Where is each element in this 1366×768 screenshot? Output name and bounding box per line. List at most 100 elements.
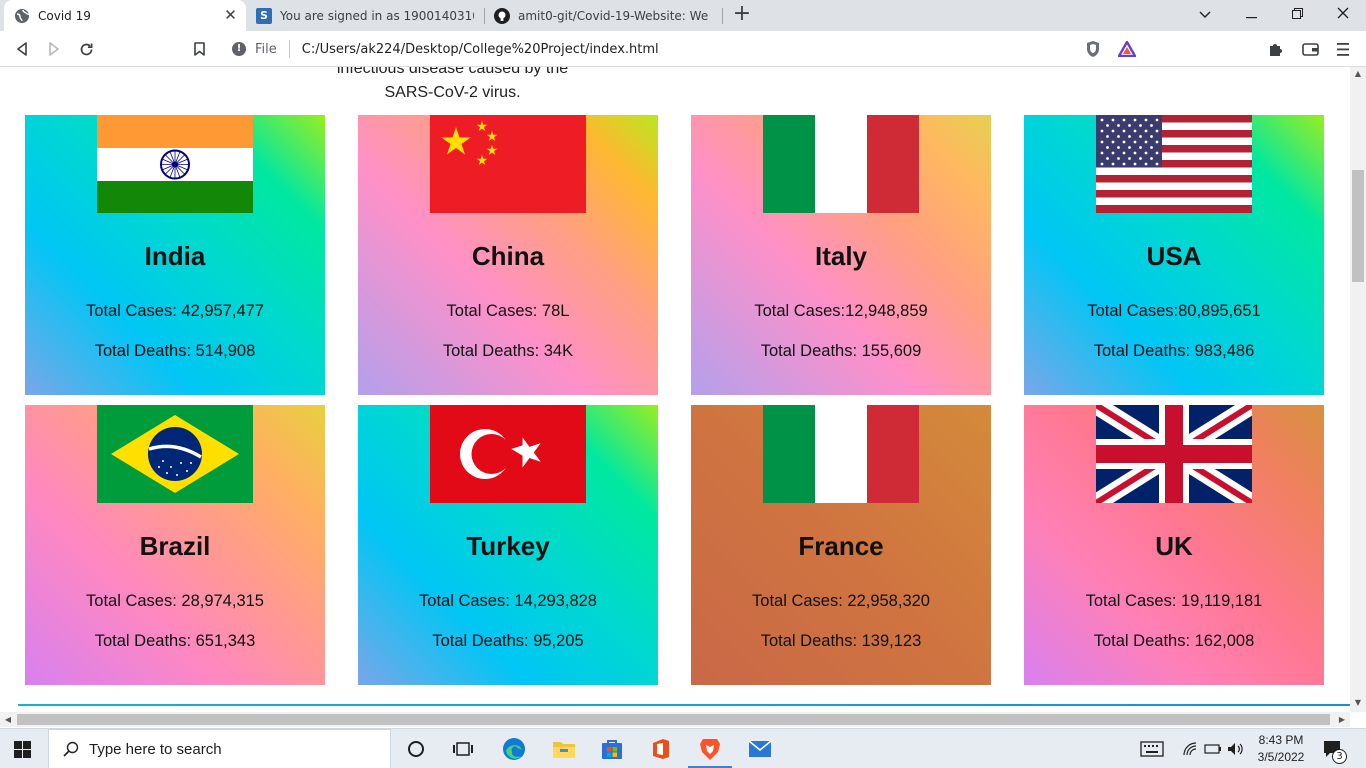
total-cases: Total Cases: 28,974,315 [86,592,264,610]
italy-flag-icon [763,115,919,213]
scroll-left-arrow-icon[interactable]: ◀ [0,712,16,727]
country-card-uk: UK Total Cases: 19,119,181 Total Deaths:… [1024,405,1324,685]
volume-icon[interactable] [1227,729,1245,768]
turkey-flag-icon [430,405,586,503]
country-card-india: India Total Cases: 42,957,477 Total Deat… [25,115,325,395]
globe-icon [14,8,30,24]
bookmark-icon[interactable] [187,37,211,61]
tab-signed-in[interactable]: S You are signed in as 1900140310027 [246,0,484,31]
section-divider [18,704,1350,706]
country-name: China [471,241,545,271]
task-view-icon[interactable] [450,736,476,762]
country-card-turkey: Turkey Total Cases: 14,293,828 Total Dea… [358,405,658,685]
tab-title: You are signed in as 1900140310027 [280,8,474,23]
country-card-china: China Total Cases: 78L Total Deaths: 34K [358,115,658,395]
office-icon[interactable] [648,736,674,762]
total-cases: Total Cases: 22,958,320 [752,592,930,610]
total-cases: Total Cases: 78L [446,302,570,320]
wallet-icon[interactable] [1298,37,1322,61]
browser-toolbar: ! File C:/Users/ak224/Desktop/College%20… [0,31,1366,67]
new-tab-plus-icon[interactable]: + [732,3,752,25]
brave-rewards-icon[interactable] [1115,37,1139,61]
s-site-icon: S [256,7,272,24]
total-deaths: Total Deaths: 95,205 [432,632,584,650]
brazil-flag-icon [97,405,253,503]
country-card-italy: Italy Total Cases:12,948,859 Total Death… [691,115,991,395]
microsoft-store-icon[interactable] [599,736,625,762]
extensions-puzzle-icon[interactable] [1264,37,1288,61]
system-clock[interactable]: 8:43 PM 3/5/2022 [1250,732,1312,766]
total-cases: Total Cases:80,895,651 [1087,302,1261,320]
battery-icon[interactable] [1204,729,1222,768]
reload-icon[interactable] [74,37,98,61]
india-flag-icon [97,115,253,213]
total-deaths: Total Deaths: 162,008 [1093,632,1255,650]
intro-text: infectious disease caused by the SARS-Co… [300,67,605,105]
edge-icon[interactable] [501,736,527,762]
country-card-brazil: Brazil Total Cases: 28,974,315 Total Dea… [25,405,325,685]
total-cases: Total Cases: 14,293,828 [419,592,597,610]
cortana-icon[interactable] [403,736,429,762]
tab-covid-19[interactable]: Covid 19 ✕ [4,0,246,31]
minimize-icon[interactable] [1239,4,1263,26]
windows-start-icon[interactable] [14,741,31,758]
network-icon[interactable] [1183,729,1197,768]
menu-icon[interactable] [1332,37,1356,61]
total-deaths: Total Deaths: 155,609 [760,342,922,360]
close-window-icon[interactable] [1331,4,1355,26]
country-card-usa: USA Total Cases:80,895,651 Total Deaths:… [1024,115,1324,395]
usa-flag-icon [1096,115,1252,213]
china-flag-icon [430,115,586,213]
country-name: Turkey [466,531,550,561]
intro-line: infectious disease caused by the [336,67,569,77]
file-explorer-icon[interactable] [551,736,577,762]
touch-keyboard-icon[interactable] [1140,729,1164,768]
france-flag-icon [763,405,919,503]
page-viewport: infectious disease caused by the SARS-Co… [0,67,1350,706]
github-icon [494,7,510,24]
brave-shields-icon[interactable] [1081,37,1105,61]
url-text[interactable]: C:/Users/ak224/Desktop/College%20Project… [302,42,659,57]
horizontal-scroll-thumb[interactable] [17,714,1330,725]
taskbar-search-box[interactable]: Type here to search [48,729,391,768]
total-deaths: Total Deaths: 139,123 [760,632,922,650]
clock-date: 3/5/2022 [1257,750,1305,764]
total-cases: Total Cases: 19,119,181 [1085,592,1263,610]
total-cases: Total Cases: 42,957,477 [86,302,264,320]
tab-title: Covid 19 [38,8,91,23]
tab-title: amit0-git/Covid-19-Website: Website [518,8,708,23]
total-deaths: Total Deaths: 34K [442,342,574,360]
notification-count-badge: 3 [1332,749,1347,764]
search-placeholder: Type here to search [89,740,222,758]
country-card-france: France Total Cases: 22,958,320 Total Dea… [691,405,991,685]
country-name: Brazil [139,531,211,561]
tab-separator [722,8,723,24]
back-icon[interactable] [10,37,34,61]
total-deaths: Total Deaths: 983,486 [1093,342,1255,360]
close-tab-icon[interactable]: ✕ [223,8,238,23]
mail-icon[interactable] [747,736,773,762]
horizontal-scrollbar[interactable]: ◀ ▶ [0,712,1350,727]
browser-tab-strip: Covid 19 ✕ S You are signed in as 190014… [0,0,1366,31]
vertical-scrollbar[interactable]: ▲ ▼ [1350,67,1366,712]
country-name: Italy [814,241,868,271]
brave-browser-icon[interactable] [697,736,723,762]
omnibox-divider [288,40,290,58]
scroll-up-arrow-icon[interactable]: ▲ [1350,67,1366,81]
scroll-right-arrow-icon[interactable]: ▶ [1334,712,1350,727]
total-deaths: Total Deaths: 651,343 [94,632,256,650]
country-name: UK [1155,531,1193,561]
address-bar[interactable]: ! File C:/Users/ak224/Desktop/College%20… [220,35,1145,63]
vertical-scroll-thumb[interactable] [1352,170,1364,282]
notifications-icon[interactable]: 3 [1322,729,1347,768]
forward-icon[interactable] [42,37,66,61]
restore-icon[interactable] [1285,4,1309,26]
tab-github[interactable]: amit0-git/Covid-19-Website: Website [484,0,722,31]
uk-flag-icon [1096,405,1252,503]
tab-search-chevron-icon[interactable] [1193,4,1217,26]
clock-time: 8:43 PM [1258,733,1304,747]
url-scheme-label: File [255,41,277,57]
windows-taskbar: Type here to search 8:43 PM 3/5/2022 3 [0,728,1366,768]
site-info-icon[interactable]: ! [232,42,246,56]
scroll-down-arrow-icon[interactable]: ▼ [1350,696,1366,710]
